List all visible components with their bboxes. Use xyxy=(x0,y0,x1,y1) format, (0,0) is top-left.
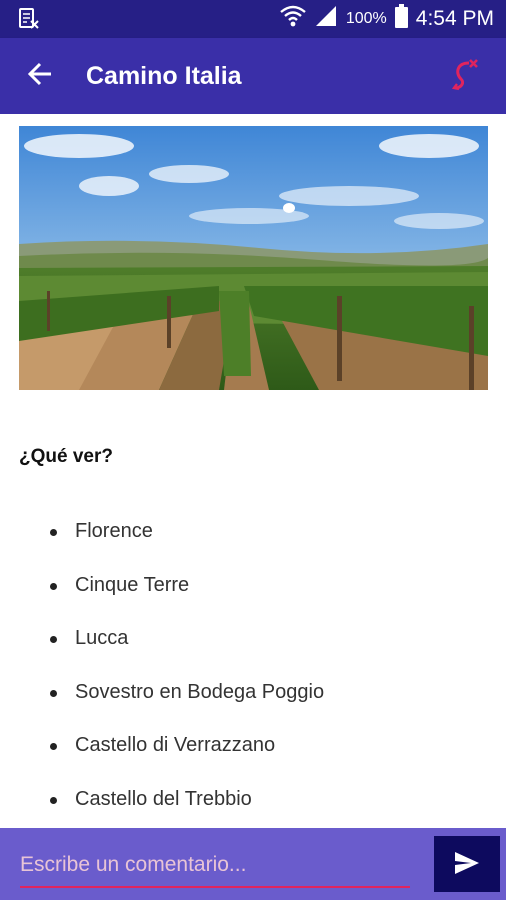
wifi-icon xyxy=(280,4,306,34)
bullet xyxy=(50,582,57,590)
route-button[interactable] xyxy=(442,52,490,100)
list-item: Castello del Trebbio xyxy=(0,774,506,828)
route-icon xyxy=(451,57,481,96)
back-button[interactable] xyxy=(16,52,64,100)
send-button[interactable] xyxy=(434,836,500,892)
hero-image xyxy=(19,126,488,390)
bullet xyxy=(50,796,57,804)
bullet xyxy=(50,636,57,644)
place-name: Sovestro en Bodega Poggio xyxy=(75,680,325,703)
comment-bar xyxy=(0,828,506,900)
page-title: Camino Italia xyxy=(86,61,242,90)
status-bar: 100% 4:54 PM xyxy=(0,0,506,38)
app-bar: Camino Italia xyxy=(0,38,506,114)
place-name: Castello del Trebbio xyxy=(75,787,252,810)
cell-signal-icon xyxy=(314,4,338,34)
place-name: Lucca xyxy=(75,627,129,650)
comment-input[interactable] xyxy=(20,844,410,888)
bullet xyxy=(50,743,57,751)
sim-no-signal-icon xyxy=(18,8,40,30)
list-item: Castello di Verrazzano xyxy=(0,720,506,774)
status-time: 4:54 PM xyxy=(415,7,494,30)
content-area[interactable]: ¿Qué ver? Florence Cinque Terre Lucca So… xyxy=(0,114,506,828)
section-heading: ¿Qué ver? xyxy=(19,446,113,467)
place-name: Castello di Verrazzano xyxy=(75,734,276,757)
places-list: Florence Cinque Terre Lucca Sovestro en … xyxy=(0,506,506,828)
battery-percent: 100% xyxy=(345,10,387,27)
place-name: Cinque Terre xyxy=(75,573,190,596)
bullet xyxy=(50,529,57,536)
bullet xyxy=(50,689,57,697)
list-item: Lucca xyxy=(0,613,506,667)
arrow-back-icon xyxy=(27,61,53,92)
place-name: Florence xyxy=(75,520,153,542)
list-item: Florence xyxy=(0,506,506,560)
list-item: Cinque Terre xyxy=(0,560,506,614)
list-item: Sovestro en Bodega Poggio xyxy=(0,667,506,721)
send-icon xyxy=(453,850,481,879)
battery-icon xyxy=(394,4,408,34)
